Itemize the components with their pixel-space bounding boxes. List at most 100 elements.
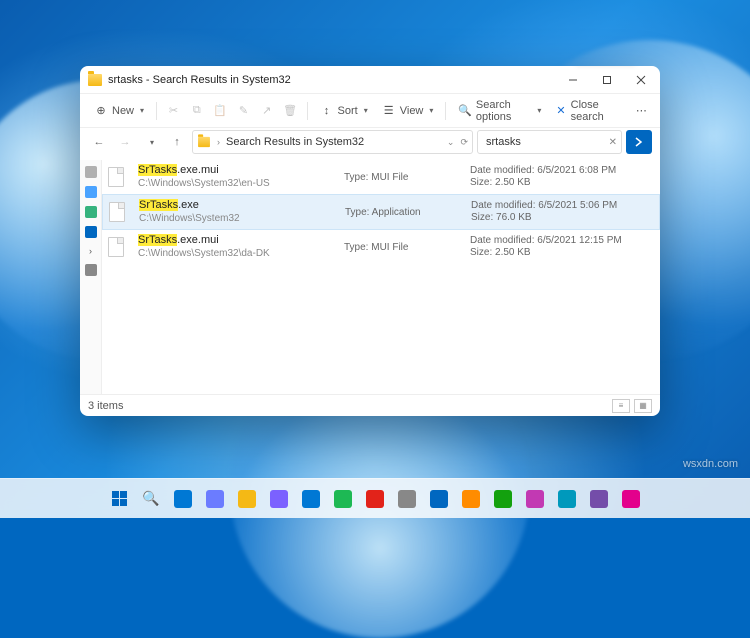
watermark: wsxdn.com	[683, 458, 738, 470]
windows-logo-icon	[112, 491, 127, 506]
new-icon: ⊕	[94, 104, 108, 118]
sort-button[interactable]: ↕ Sort ▾	[314, 98, 374, 124]
share-icon: ↗	[260, 104, 274, 118]
sidebar-item[interactable]	[85, 206, 97, 218]
search-input[interactable]	[484, 135, 603, 149]
file-name-cell: SrTasks.exe.muiC:\Windows\System32\da-DK	[138, 234, 338, 260]
chevron-down-icon[interactable]: ⌄	[447, 137, 455, 148]
recent-button[interactable]: ▾	[140, 131, 162, 153]
rename-button[interactable]: ✎	[233, 98, 254, 124]
file-name-cell: SrTasks.exeC:\Windows\System32	[139, 199, 339, 225]
close-button[interactable]	[624, 66, 658, 94]
breadcrumb[interactable]: Search Results in System32	[226, 136, 364, 148]
taskbar-app1[interactable]	[489, 485, 517, 513]
results-list: SrTasks.exe.muiC:\Windows\System32\en-US…	[102, 160, 660, 394]
folder-icon	[198, 137, 210, 147]
nav-row: ← → ▾ ↑ › Search Results in System32 ⌄ ⟳…	[80, 128, 660, 160]
up-button[interactable]: ↑	[166, 131, 188, 153]
forward-button[interactable]: →	[114, 131, 136, 153]
chevron-right-icon: ›	[217, 137, 220, 147]
delete-icon: 🗑	[283, 104, 297, 118]
search-options-icon: 🔍	[458, 104, 472, 118]
nav-pane[interactable]: ›	[80, 160, 102, 394]
taskbar-teams[interactable]	[297, 485, 325, 513]
rename-icon: ✎	[236, 104, 250, 118]
sidebar-item[interactable]	[85, 186, 97, 198]
taskbar-mail[interactable]	[425, 485, 453, 513]
sidebar-item[interactable]	[85, 264, 97, 276]
clear-search-icon[interactable]: ✕	[609, 137, 617, 148]
taskbar-chat[interactable]	[265, 485, 293, 513]
view-icon: ☰	[382, 104, 396, 118]
taskbar-edge[interactable]	[329, 485, 357, 513]
window-title: srtasks - Search Results in System32	[108, 74, 291, 86]
paste-icon: 📋	[213, 104, 227, 118]
taskbar-explorer[interactable]	[233, 485, 261, 513]
chevron-down-icon: ▾	[140, 106, 144, 115]
taskbar-task-view[interactable]	[169, 485, 197, 513]
copy-button[interactable]: ⧉	[186, 98, 207, 124]
back-button[interactable]: ←	[88, 131, 110, 153]
refresh-icon[interactable]: ⟳	[460, 137, 468, 148]
app-icon	[622, 490, 640, 508]
thumbnails-view-button[interactable]: ▦	[634, 399, 652, 413]
chevron-down-icon: ▾	[429, 106, 433, 115]
file-type-cell: Type: Application	[345, 207, 465, 218]
sidebar-item[interactable]	[85, 226, 97, 238]
sidebar-item[interactable]	[85, 166, 97, 178]
app-icon	[366, 490, 384, 508]
delete-button[interactable]: 🗑	[279, 98, 300, 124]
close-search-button[interactable]: ✕ Close search	[549, 98, 628, 124]
taskbar-store[interactable]	[361, 485, 389, 513]
titlebar[interactable]: srtasks - Search Results in System32	[80, 66, 660, 94]
ellipsis-icon: ⋯	[634, 104, 648, 118]
app-icon	[430, 490, 448, 508]
maximize-button[interactable]	[590, 66, 624, 94]
more-button[interactable]: ⋯	[631, 98, 652, 124]
taskbar-photos[interactable]	[457, 485, 485, 513]
app-icon	[462, 490, 480, 508]
taskbar-start[interactable]	[105, 485, 133, 513]
chevron-down-icon: ▾	[537, 106, 541, 115]
file-meta-cell: Date modified: 6/5/2021 6:08 PMSize: 2.5…	[470, 165, 650, 189]
taskbar-app5[interactable]	[617, 485, 645, 513]
share-button[interactable]: ↗	[256, 98, 277, 124]
view-button[interactable]: ☰ View ▾	[376, 98, 440, 124]
app-icon	[590, 490, 608, 508]
app-icon	[270, 490, 288, 508]
taskbar-search[interactable]: 🔍	[137, 485, 165, 513]
minimize-button[interactable]	[556, 66, 590, 94]
taskbar-settings[interactable]	[393, 485, 421, 513]
address-bar[interactable]: › Search Results in System32 ⌄ ⟳	[192, 130, 473, 154]
file-icon	[109, 202, 125, 222]
chevron-right-icon[interactable]: ›	[89, 246, 92, 256]
paste-button[interactable]: 📋	[209, 98, 230, 124]
search-options-button[interactable]: 🔍 Search options ▾	[452, 98, 547, 124]
result-row[interactable]: SrTasks.exe.muiC:\Windows\System32\en-US…	[102, 160, 660, 194]
chevron-down-icon: ▾	[364, 106, 368, 115]
app-icon	[494, 490, 512, 508]
new-button[interactable]: ⊕ New ▾	[88, 98, 150, 124]
details-view-button[interactable]: ≡	[612, 399, 630, 413]
app-icon	[302, 490, 320, 508]
app-icon	[558, 490, 576, 508]
copy-icon: ⧉	[190, 104, 204, 118]
taskbar-app4[interactable]	[585, 485, 613, 513]
result-row[interactable]: SrTasks.exeC:\Windows\System32 Type: Appl…	[102, 194, 660, 230]
new-label: New	[112, 105, 134, 117]
taskbar[interactable]: 🔍	[0, 478, 750, 518]
app-icon	[206, 490, 224, 508]
search-box[interactable]: ✕	[477, 130, 622, 154]
window-title-group: srtasks - Search Results in System32	[88, 74, 556, 86]
taskbar-app2[interactable]	[521, 485, 549, 513]
taskbar-app3[interactable]	[553, 485, 581, 513]
search-go-button[interactable]	[626, 130, 652, 154]
result-row[interactable]: SrTasks.exe.muiC:\Windows\System32\da-DK…	[102, 230, 660, 264]
search-icon: 🔍	[142, 490, 159, 507]
cut-button[interactable]: ✂	[163, 98, 184, 124]
file-meta-cell: Date modified: 6/5/2021 12:15 PMSize: 2.…	[470, 235, 650, 259]
file-icon	[108, 237, 124, 257]
sort-icon: ↕	[320, 104, 334, 118]
taskbar-widgets[interactable]	[201, 485, 229, 513]
search-options-label: Search options	[476, 99, 531, 123]
